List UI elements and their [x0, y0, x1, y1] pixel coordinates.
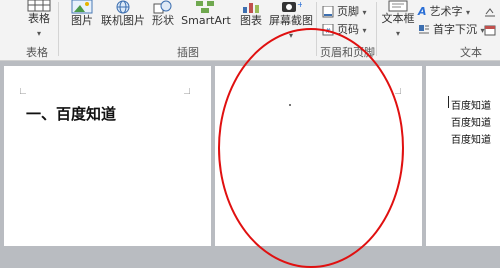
picture-icon — [71, 0, 93, 14]
picture-label: 图片 — [71, 14, 93, 27]
datetime-button[interactable] — [484, 22, 499, 38]
signature-button[interactable] — [484, 4, 499, 20]
smartart-icon — [196, 1, 214, 13]
online-picture-label: 联机图片 — [101, 14, 145, 27]
document-page-1[interactable]: 一、百度知道 — [4, 66, 211, 246]
chevron-down-icon: ▾ — [36, 29, 41, 38]
chevron-down-icon: ▾ — [362, 26, 367, 35]
chevron-down-icon: ▾ — [466, 8, 471, 17]
shapes-label: 形状 — [152, 14, 174, 27]
signature-line-icon — [485, 8, 495, 17]
crop-mark-icon — [395, 88, 401, 94]
textbox-icon — [388, 0, 408, 12]
group-separator — [376, 2, 377, 56]
wordart-label: 艺术字 — [429, 5, 463, 18]
footer-button[interactable]: 页脚 ▾ — [322, 4, 367, 21]
table-button[interactable]: 表格 ▾ — [22, 0, 56, 39]
smartart-label: SmartArt — [181, 14, 231, 27]
online-picture-button[interactable]: 联机图片 — [100, 0, 146, 28]
screenshot-icon: + — [282, 0, 302, 12]
wordart-button[interactable]: A 艺术字 ▾ — [418, 4, 470, 21]
annotation-oval — [218, 28, 404, 268]
group-label-text: 文本 — [460, 46, 482, 59]
group-label-table: 表格 — [26, 46, 48, 59]
chevron-down-icon: ▾ — [395, 29, 400, 38]
shapes-icon — [153, 0, 172, 14]
textbox-label: 文本框 — [381, 12, 415, 25]
table-icon — [27, 0, 51, 12]
chevron-down-icon: ▾ — [362, 8, 367, 17]
ribbon: 表格 ▾ 表格 图片 联机图片 形状 SmartArt 图表 + 屏幕截图 ▾ … — [0, 0, 500, 61]
crop-mark-icon — [184, 88, 190, 94]
wordart-icon: A — [418, 5, 427, 18]
document-line[interactable]: 百度知道 — [451, 114, 491, 129]
chart-button[interactable]: 图表 — [236, 0, 266, 28]
document-line[interactable]: 百度知道 — [451, 131, 491, 146]
crop-mark-icon — [20, 88, 26, 94]
smartart-button[interactable]: SmartArt — [180, 0, 232, 28]
svg-text:+: + — [297, 0, 302, 9]
calendar-icon — [484, 25, 496, 36]
screenshot-label: 屏幕截图 — [269, 14, 313, 27]
dropcap-icon — [419, 25, 429, 34]
group-separator — [58, 2, 59, 56]
online-picture-icon — [116, 0, 130, 14]
shapes-button[interactable]: 形状 — [147, 0, 179, 28]
group-label-illustrations: 插图 — [177, 46, 199, 59]
table-label: 表格 — [28, 12, 50, 25]
textbox-button[interactable]: 文本框 ▾ — [380, 0, 416, 39]
footer-icon — [322, 6, 334, 18]
dropcap-label: 首字下沉 — [433, 23, 477, 36]
chart-icon — [243, 3, 259, 13]
dropcap-button[interactable]: 首字下沉 ▾ — [418, 22, 485, 39]
chart-label: 图表 — [240, 14, 262, 27]
text-cursor — [448, 96, 449, 108]
picture-button[interactable]: 图片 — [66, 0, 98, 28]
footer-label: 页脚 — [337, 5, 359, 18]
document-heading[interactable]: 一、百度知道 — [26, 103, 116, 124]
document-line[interactable]: 百度知道 — [451, 97, 491, 112]
document-page-3[interactable]: 百度知道 百度知道 百度知道 — [426, 66, 500, 246]
